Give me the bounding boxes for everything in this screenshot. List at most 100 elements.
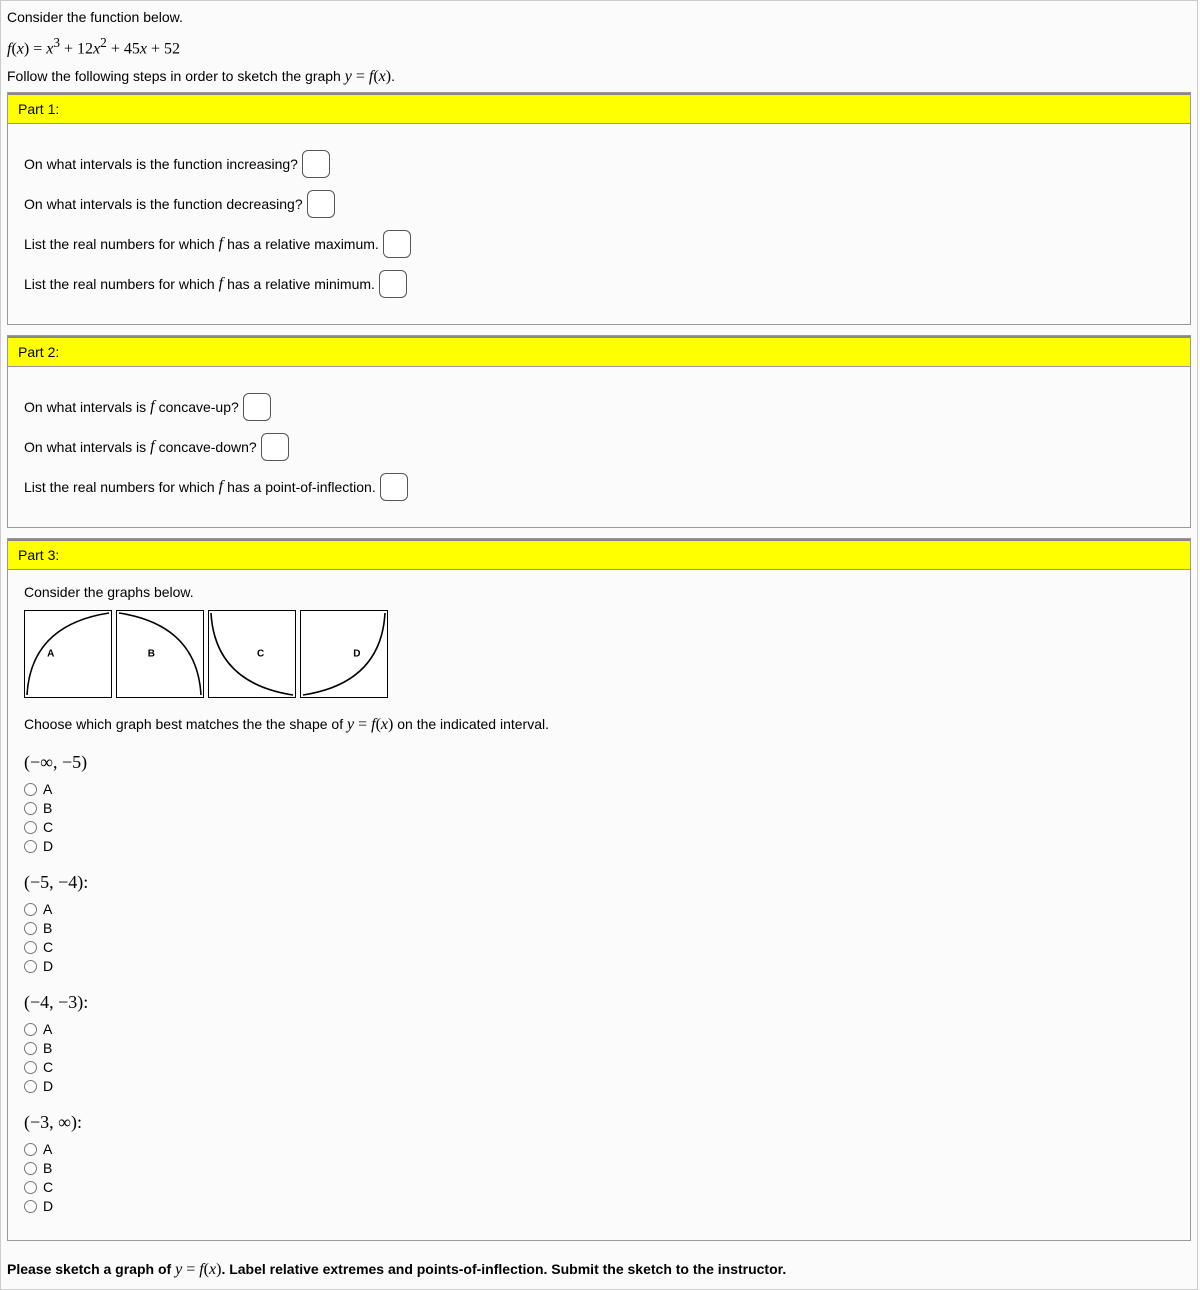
- graph-c: C: [208, 610, 296, 698]
- radio-4-d[interactable]: D: [24, 1198, 1174, 1214]
- radio-1-c[interactable]: C: [24, 819, 1174, 835]
- part-1-header: Part 1:: [8, 93, 1190, 124]
- graph-a: A: [24, 610, 112, 698]
- q-concave-up-post: concave-up?: [159, 399, 239, 415]
- radio-input-4-c[interactable]: [24, 1181, 37, 1194]
- answer-concave-down[interactable]: [261, 433, 289, 461]
- radio-input-1-d[interactable]: [24, 840, 37, 853]
- q-inflection: List the real numbers for which f has a …: [24, 473, 1174, 501]
- radio-label: C: [43, 939, 53, 955]
- radio-input-3-b[interactable]: [24, 1042, 37, 1055]
- radio-label: A: [43, 901, 52, 917]
- radio-2-d[interactable]: D: [24, 958, 1174, 974]
- part-1-body: On what intervals is the function increa…: [8, 124, 1190, 324]
- radio-group-2: A B C D: [24, 901, 1174, 974]
- choose-pre: Choose which graph best matches the the …: [24, 716, 347, 732]
- radio-input-3-a[interactable]: [24, 1023, 37, 1036]
- radio-2-a[interactable]: A: [24, 901, 1174, 917]
- follow-end: .: [391, 68, 395, 84]
- final-instruction: Please sketch a graph of y = f(x). Label…: [1, 1251, 1197, 1289]
- answer-rel-min[interactable]: [379, 270, 407, 298]
- graph-b: B: [116, 610, 204, 698]
- q-rel-max: List the real numbers for which f has a …: [24, 230, 1174, 258]
- intro-block: Consider the function below. f(x) = x3 +…: [1, 1, 1197, 92]
- radio-1-b[interactable]: B: [24, 800, 1174, 816]
- radio-input-2-c[interactable]: [24, 941, 37, 954]
- radio-label: B: [43, 1040, 52, 1056]
- q-rel-min-post: has a relative minimum.: [227, 276, 375, 292]
- radio-input-4-d[interactable]: [24, 1200, 37, 1213]
- radio-label: A: [43, 781, 52, 797]
- radio-4-b[interactable]: B: [24, 1160, 1174, 1176]
- radio-1-d[interactable]: D: [24, 838, 1174, 854]
- final-post: . Label relative extremes and points-of-…: [221, 1261, 786, 1277]
- radio-label: D: [43, 958, 53, 974]
- part-1: Part 1: On what intervals is the functio…: [7, 92, 1191, 325]
- radio-label: C: [43, 1179, 53, 1195]
- part-3: Part 3: Consider the graphs below. A B C: [7, 538, 1191, 1241]
- radio-label: A: [43, 1141, 52, 1157]
- graph-a-label: A: [47, 649, 54, 660]
- radio-group-3: A B C D: [24, 1021, 1174, 1094]
- f-symbol: f: [150, 398, 154, 416]
- choose-eq: y = f(x): [347, 716, 393, 733]
- answer-decreasing[interactable]: [307, 190, 335, 218]
- part-3-header: Part 3:: [8, 539, 1190, 570]
- q-increasing: On what intervals is the function increa…: [24, 150, 1174, 178]
- intro-prompt: Consider the function below.: [7, 9, 1191, 25]
- q-increasing-text: On what intervals is the function increa…: [24, 156, 298, 172]
- answer-inflection[interactable]: [380, 473, 408, 501]
- q-concave-down-post: concave-down?: [159, 439, 257, 455]
- final-eq: y = f(x): [175, 1261, 221, 1278]
- radio-label: A: [43, 1021, 52, 1037]
- radio-input-2-b[interactable]: [24, 922, 37, 935]
- radio-1-a[interactable]: A: [24, 781, 1174, 797]
- radio-label: D: [43, 838, 53, 854]
- radio-3-d[interactable]: D: [24, 1078, 1174, 1094]
- radio-input-3-d[interactable]: [24, 1080, 37, 1093]
- answer-rel-max[interactable]: [383, 230, 411, 258]
- radio-label: D: [43, 1078, 53, 1094]
- q-concave-down-pre: On what intervals is: [24, 439, 146, 455]
- graph-b-label: B: [148, 649, 155, 660]
- radio-input-1-b[interactable]: [24, 802, 37, 815]
- problem-container: Consider the function below. f(x) = x3 +…: [0, 0, 1198, 1290]
- radio-2-c[interactable]: C: [24, 939, 1174, 955]
- radio-3-b[interactable]: B: [24, 1040, 1174, 1056]
- radio-3-a[interactable]: A: [24, 1021, 1174, 1037]
- radio-input-4-b[interactable]: [24, 1162, 37, 1175]
- graph-row: A B C D: [24, 610, 1174, 698]
- q-rel-min: List the real numbers for which f has a …: [24, 270, 1174, 298]
- radio-input-2-a[interactable]: [24, 903, 37, 916]
- radio-2-b[interactable]: B: [24, 920, 1174, 936]
- q-concave-up: On what intervals is f concave-up?: [24, 393, 1174, 421]
- radio-input-4-a[interactable]: [24, 1143, 37, 1156]
- f-symbol: f: [219, 235, 223, 253]
- answer-concave-up[interactable]: [243, 393, 271, 421]
- radio-input-3-c[interactable]: [24, 1061, 37, 1074]
- radio-group-1: A B C D: [24, 781, 1174, 854]
- interval-1: (−∞, −5): [24, 752, 1174, 773]
- radio-input-1-c[interactable]: [24, 821, 37, 834]
- follow-steps: Follow the following steps in order to s…: [7, 68, 1191, 86]
- part-2: Part 2: On what intervals is f concave-u…: [7, 335, 1191, 528]
- radio-input-1-a[interactable]: [24, 783, 37, 796]
- radio-3-c[interactable]: C: [24, 1059, 1174, 1075]
- follow-text: Follow the following steps in order to s…: [7, 68, 345, 84]
- f-symbol: f: [150, 438, 154, 456]
- answer-increasing[interactable]: [302, 150, 330, 178]
- radio-group-4: A B C D: [24, 1141, 1174, 1214]
- q-decreasing-text: On what intervals is the function decrea…: [24, 196, 303, 212]
- function-definition: f(x) = x3 + 12x2 + 45x + 52: [7, 35, 1191, 58]
- part-3-body: Consider the graphs below. A B C D: [8, 570, 1190, 1240]
- graph-c-label: C: [257, 649, 264, 660]
- radio-label: B: [43, 800, 52, 816]
- q-concave-up-pre: On what intervals is: [24, 399, 146, 415]
- choose-text: Choose which graph best matches the the …: [24, 716, 1174, 734]
- radio-4-a[interactable]: A: [24, 1141, 1174, 1157]
- radio-input-2-d[interactable]: [24, 960, 37, 973]
- radio-label: D: [43, 1198, 53, 1214]
- radio-4-c[interactable]: C: [24, 1179, 1174, 1195]
- radio-label: B: [43, 1160, 52, 1176]
- interval-3: (−4, −3):: [24, 992, 1174, 1013]
